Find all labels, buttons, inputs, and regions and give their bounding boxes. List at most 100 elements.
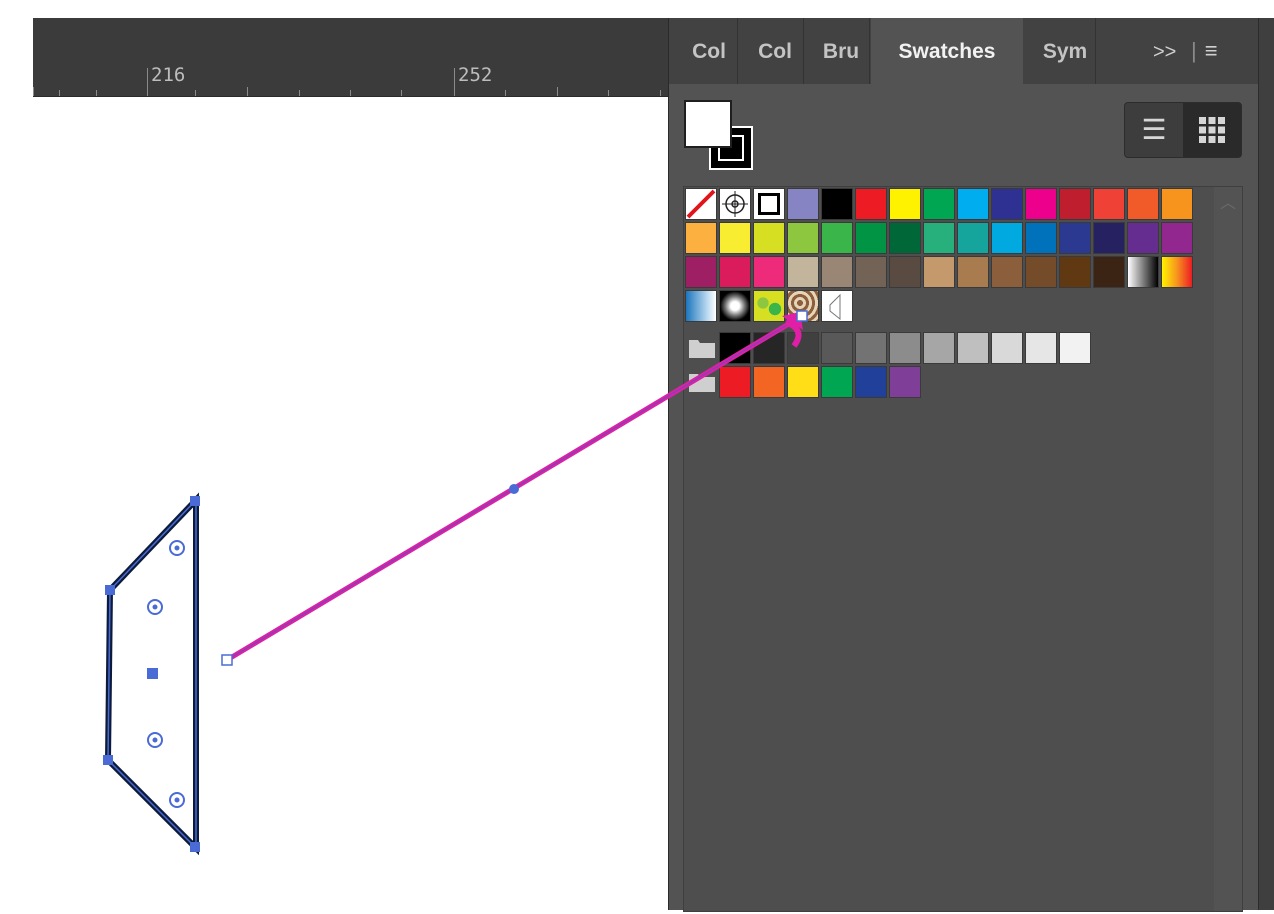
color-swatch[interactable] [1161, 222, 1193, 254]
color-swatch[interactable] [1127, 188, 1159, 220]
tab-overflow-button[interactable]: >> [1153, 18, 1176, 84]
color-swatch[interactable] [821, 366, 853, 398]
swatch-grid[interactable]: ︿ [683, 186, 1243, 912]
color-swatch[interactable] [787, 332, 819, 364]
color-swatch[interactable] [1093, 256, 1125, 288]
gradient-swatch[interactable] [1161, 256, 1193, 288]
pattern-swatch[interactable] [685, 290, 717, 322]
tab-brushes[interactable]: Bru [813, 18, 870, 84]
color-swatch[interactable] [923, 188, 955, 220]
color-swatch[interactable] [991, 222, 1023, 254]
fill-color-box[interactable] [684, 100, 732, 148]
color-swatch[interactable] [1093, 222, 1125, 254]
color-swatch[interactable] [855, 256, 887, 288]
ruler-tick [147, 68, 148, 96]
color-swatch[interactable] [719, 256, 751, 288]
color-swatch[interactable] [753, 366, 785, 398]
ruler-tick [401, 90, 402, 96]
color-swatch[interactable] [889, 366, 921, 398]
color-swatch[interactable] [923, 222, 955, 254]
ruler-tick [557, 87, 558, 96]
color-swatch[interactable] [1059, 332, 1091, 364]
ruler-tick [247, 87, 248, 96]
color-swatch[interactable] [821, 222, 853, 254]
color-swatch[interactable] [889, 188, 921, 220]
color-swatch[interactable] [787, 366, 819, 398]
color-swatch[interactable] [855, 332, 887, 364]
color-swatch[interactable] [1025, 188, 1057, 220]
color-swatch[interactable] [787, 222, 819, 254]
color-swatch[interactable] [1161, 188, 1193, 220]
swatch-scrollbar[interactable]: ︿ [1214, 187, 1242, 911]
folder-icon[interactable] [688, 334, 716, 366]
path-start-anchor[interactable] [221, 654, 233, 666]
color-swatch[interactable] [685, 222, 717, 254]
color-swatch[interactable] [1093, 188, 1125, 220]
anchor-point[interactable] [190, 842, 200, 852]
color-swatch[interactable] [991, 256, 1023, 288]
grid-view-button[interactable] [1183, 103, 1241, 157]
separator: | [1191, 38, 1197, 63]
color-swatch[interactable] [1025, 222, 1057, 254]
color-swatch[interactable] [991, 332, 1023, 364]
ruler-tick [505, 90, 506, 96]
swatch-registration[interactable] [719, 188, 751, 220]
ruler-tick [59, 90, 60, 96]
color-swatch[interactable] [685, 256, 717, 288]
color-swatch[interactable] [889, 256, 921, 288]
ruler-tick [299, 90, 300, 96]
color-swatch[interactable] [855, 222, 887, 254]
color-swatch[interactable] [1025, 332, 1057, 364]
anchor-point[interactable] [105, 585, 115, 595]
color-swatch[interactable] [1059, 188, 1091, 220]
color-swatch[interactable] [923, 332, 955, 364]
list-view-icon: ☰ [1141, 114, 1167, 145]
color-swatch[interactable] [991, 188, 1023, 220]
color-swatch[interactable] [957, 256, 989, 288]
tab-color-guide[interactable]: Col [747, 18, 804, 84]
path-midpoint[interactable] [509, 484, 519, 494]
color-swatch[interactable] [1025, 256, 1057, 288]
color-swatch[interactable] [787, 188, 819, 220]
color-swatch[interactable] [855, 366, 887, 398]
swatch-white[interactable] [753, 188, 785, 220]
color-swatch[interactable] [1059, 222, 1091, 254]
color-swatch[interactable] [923, 256, 955, 288]
ruler-label: 216 [151, 64, 186, 86]
hamburger-menu-icon: ≡ [1204, 38, 1218, 63]
color-swatch[interactable] [889, 332, 921, 364]
gradient-swatch[interactable] [1127, 256, 1159, 288]
color-swatch[interactable] [719, 366, 751, 398]
color-swatch[interactable] [787, 256, 819, 288]
color-swatch[interactable] [855, 188, 887, 220]
color-swatch[interactable] [753, 256, 785, 288]
shape-center-point[interactable] [147, 668, 158, 679]
color-swatch[interactable] [957, 188, 989, 220]
swatches-panel: Col Col Bru Swatches Sym >> | ≡ ☰ ︿ [668, 18, 1259, 912]
color-swatch[interactable] [719, 222, 751, 254]
color-swatch[interactable] [957, 332, 989, 364]
color-swatch[interactable] [889, 222, 921, 254]
color-swatch[interactable] [821, 256, 853, 288]
tab-swatches[interactable]: Swatches [871, 18, 1023, 84]
tab-symbols[interactable]: Sym [1035, 18, 1096, 84]
color-swatch[interactable] [753, 222, 785, 254]
swatch-none[interactable] [685, 188, 717, 220]
horizontal-ruler[interactable]: 216 252 [33, 58, 668, 97]
color-swatch[interactable] [821, 188, 853, 220]
color-swatch[interactable] [957, 222, 989, 254]
pattern-swatch[interactable] [821, 290, 853, 322]
panel-menu-button[interactable]: | ≡ [1191, 18, 1218, 84]
path-end-anchor[interactable] [796, 310, 808, 322]
anchor-point[interactable] [190, 496, 200, 506]
list-view-button[interactable]: ☰ [1125, 103, 1183, 157]
color-swatch[interactable] [1127, 222, 1159, 254]
ruler-tick [454, 68, 455, 96]
color-swatch[interactable] [1059, 256, 1091, 288]
pattern-swatch[interactable] [719, 290, 751, 322]
color-swatch[interactable] [821, 332, 853, 364]
tab-color[interactable]: Col [681, 18, 738, 84]
artboard-canvas[interactable] [0, 97, 668, 910]
anchor-point[interactable] [103, 755, 113, 765]
pattern-swatch[interactable] [753, 290, 785, 322]
